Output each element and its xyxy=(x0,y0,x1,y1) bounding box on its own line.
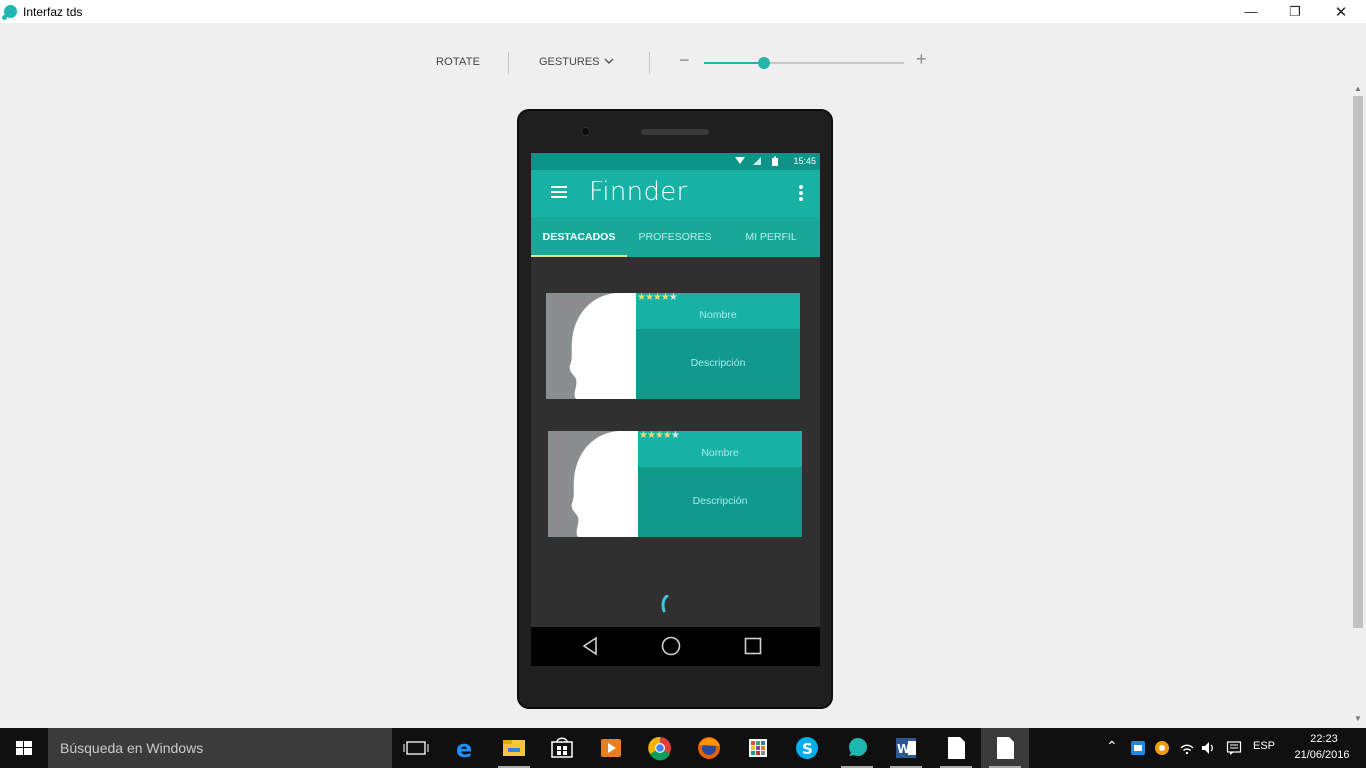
emulator-toolbar: ROTATE GESTURES − + xyxy=(420,48,940,78)
restore-button[interactable]: ❐ xyxy=(1272,0,1318,23)
zoom-in-button[interactable]: + xyxy=(916,49,927,70)
android-nav-bar xyxy=(531,627,820,666)
clock-time[interactable]: 22:23 xyxy=(1306,733,1342,745)
card-description: Descripción xyxy=(690,357,746,369)
tab-mi-perfil[interactable]: MI PERFIL xyxy=(723,217,819,257)
person-silhouette-icon xyxy=(569,293,636,399)
store-icon[interactable] xyxy=(538,728,586,768)
input-language[interactable]: ESP xyxy=(1253,740,1275,752)
card-name: Nombre xyxy=(701,447,739,459)
file-explorer-icon[interactable] xyxy=(490,728,538,768)
firefox-icon[interactable] xyxy=(685,728,733,768)
back-icon[interactable] xyxy=(580,635,602,657)
title-bar: Interfaz tds — ❐ ✕ xyxy=(0,0,1366,23)
tab-destacados[interactable]: DESTACADOS xyxy=(531,217,627,257)
media-player-icon[interactable] xyxy=(587,728,635,768)
chrome-icon[interactable] xyxy=(636,728,684,768)
phone-screen[interactable]: 15:45 Finnder DESTACADOS PROFESORES MI P… xyxy=(531,153,820,666)
tab-profesores[interactable]: PROFESORES xyxy=(627,217,723,257)
vertical-scrollbar[interactable]: ▲ ▼ xyxy=(1350,84,1366,728)
skype-icon[interactable]: S xyxy=(783,728,831,768)
app-bar: Finnder xyxy=(531,170,820,217)
person-silhouette-icon xyxy=(571,431,638,537)
show-hidden-icons-icon[interactable]: ⌃ xyxy=(1106,738,1118,755)
clock-date[interactable]: 21/06/2016 xyxy=(1290,749,1354,761)
hamburger-menu-icon[interactable] xyxy=(551,186,567,200)
scroll-up-arrow-icon[interactable]: ▲ xyxy=(1350,84,1366,96)
card-name: Nombre xyxy=(699,309,737,321)
close-button[interactable]: ✕ xyxy=(1318,0,1364,23)
volume-icon[interactable] xyxy=(1200,740,1216,756)
svg-text:e: e xyxy=(456,735,472,763)
rotate-button[interactable]: ROTATE xyxy=(436,56,480,68)
network-app-icon[interactable] xyxy=(1130,740,1146,756)
wifi-icon xyxy=(735,157,745,164)
emulator-app-icon[interactable] xyxy=(833,728,881,768)
phone-frame: 15:45 Finnder DESTACADOS PROFESORES MI P… xyxy=(517,109,833,709)
battery-icon xyxy=(772,158,778,166)
overflow-menu-icon[interactable] xyxy=(799,185,803,201)
toolbar-divider xyxy=(508,52,509,74)
status-bar: 15:45 xyxy=(531,153,820,170)
scroll-down-arrow-icon[interactable]: ▼ xyxy=(1350,714,1366,726)
status-time: 15:45 xyxy=(793,156,816,166)
app-icon xyxy=(2,5,17,20)
windows-taskbar: Búsqueda en Windows e S W ⌃ ESP 22:23 21… xyxy=(0,728,1366,768)
gestures-dropdown[interactable]: GESTURES xyxy=(539,56,600,68)
svg-text:S: S xyxy=(802,740,813,758)
star-rating: ★★★★★ xyxy=(639,430,680,441)
app-title: Finnder xyxy=(589,177,688,207)
toolbar-divider xyxy=(649,52,650,74)
windows-start-icon[interactable] xyxy=(0,728,48,768)
update-icon[interactable] xyxy=(1154,740,1170,756)
task-view-icon[interactable] xyxy=(392,728,440,768)
recents-icon[interactable] xyxy=(742,635,764,657)
zoom-slider-fill xyxy=(704,62,764,64)
star-rating: ★★★★★ xyxy=(637,292,678,303)
svg-text:W: W xyxy=(897,742,910,756)
edge-icon[interactable]: e xyxy=(441,728,489,768)
speaker-grille xyxy=(641,129,709,135)
zoom-slider[interactable] xyxy=(704,57,904,69)
word-icon[interactable]: W xyxy=(882,728,930,768)
search-placeholder: Búsqueda en Windows xyxy=(60,740,204,756)
camera-icon xyxy=(581,127,590,136)
action-center-icon[interactable] xyxy=(1226,740,1242,756)
calculator-icon[interactable] xyxy=(734,728,782,768)
loading-spinner-icon xyxy=(661,595,669,613)
profile-card[interactable]: ★★★★★ Nombre Descripción xyxy=(546,292,800,399)
minimize-button[interactable]: — xyxy=(1228,0,1274,23)
avatar xyxy=(548,431,638,537)
card-description: Descripción xyxy=(692,495,748,507)
zoom-out-button[interactable]: − xyxy=(679,50,690,71)
scrollbar-thumb[interactable] xyxy=(1353,96,1363,628)
signal-icon xyxy=(753,157,761,165)
status-icons xyxy=(735,156,778,166)
document-icon[interactable] xyxy=(981,728,1029,768)
wifi-icon[interactable] xyxy=(1179,740,1195,756)
avatar xyxy=(546,293,636,399)
zoom-slider-thumb[interactable] xyxy=(758,57,770,69)
profile-card[interactable]: ★★★★★ Nombre Descripción xyxy=(548,430,802,537)
tab-bar: DESTACADOS PROFESORES MI PERFIL xyxy=(531,217,820,257)
document-icon[interactable] xyxy=(932,728,980,768)
home-icon[interactable] xyxy=(660,635,682,657)
taskbar-search-box[interactable]: Búsqueda en Windows xyxy=(48,728,392,768)
window-title: Interfaz tds xyxy=(23,5,83,19)
active-tab-indicator xyxy=(531,255,627,257)
chevron-down-icon[interactable] xyxy=(602,54,616,68)
